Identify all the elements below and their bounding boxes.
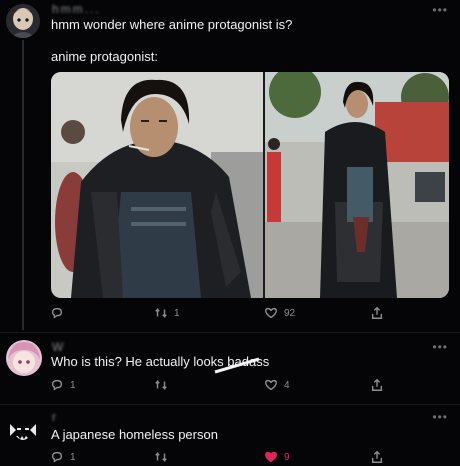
photo-right[interactable] bbox=[265, 72, 449, 298]
like-button[interactable]: 4 bbox=[264, 378, 290, 392]
retweet-button[interactable]: 1 bbox=[154, 306, 180, 320]
photo-left[interactable] bbox=[51, 72, 263, 298]
share-icon bbox=[371, 306, 383, 319]
heart-icon bbox=[265, 307, 277, 319]
author-name[interactable]: W bbox=[52, 340, 65, 354]
like-count: 4 bbox=[284, 379, 290, 391]
avatar[interactable] bbox=[6, 4, 40, 38]
reply-button[interactable]: 1 bbox=[50, 378, 76, 392]
tweet-original[interactable]: hmm... ••• hmm wonder where anime protag… bbox=[0, 0, 460, 330]
avatar[interactable] bbox=[6, 414, 40, 448]
heart-icon bbox=[265, 451, 277, 463]
retweet-count: 1 bbox=[174, 307, 180, 319]
like-button[interactable]: 92 bbox=[264, 306, 295, 320]
reply-button[interactable] bbox=[50, 306, 70, 320]
reply-icon bbox=[51, 307, 63, 319]
reply-icon bbox=[51, 451, 63, 463]
heart-icon bbox=[265, 379, 277, 391]
more-options-icon[interactable]: ••• bbox=[432, 340, 448, 354]
avatar[interactable] bbox=[6, 340, 42, 376]
tweet-actions: 1 9 bbox=[50, 450, 440, 466]
retweet-button[interactable] bbox=[154, 450, 174, 464]
tweet-text: A japanese homeless person bbox=[51, 427, 218, 442]
divider bbox=[0, 332, 460, 333]
share-icon bbox=[371, 378, 383, 391]
share-icon bbox=[371, 450, 383, 463]
more-options-icon[interactable]: ••• bbox=[432, 410, 448, 424]
like-button[interactable]: 9 bbox=[264, 450, 290, 464]
tweet-text-line2: anime protagonist: bbox=[51, 49, 158, 64]
like-count: 92 bbox=[284, 307, 296, 319]
reply-count: 1 bbox=[70, 451, 76, 463]
more-options-icon[interactable]: ••• bbox=[432, 3, 448, 17]
share-button[interactable] bbox=[370, 306, 384, 320]
share-button[interactable] bbox=[370, 378, 384, 392]
divider bbox=[0, 404, 460, 405]
tweet-actions: 1 92 bbox=[50, 306, 440, 322]
tweet-reply-1[interactable]: W ••• Who is this? He actually looks bad… bbox=[0, 336, 460, 402]
retweet-button[interactable] bbox=[154, 378, 174, 392]
tweet-media[interactable] bbox=[51, 72, 449, 298]
retweet-icon bbox=[155, 307, 167, 319]
author-name[interactable]: hmm... bbox=[52, 2, 101, 16]
tweet-text: hmm wonder where anime protagonist is? bbox=[51, 17, 293, 32]
share-button[interactable] bbox=[370, 450, 384, 464]
reply-button[interactable]: 1 bbox=[50, 450, 76, 464]
scribble-mark bbox=[214, 357, 260, 374]
tweet-reply-2[interactable]: r ••• A japanese homeless person 1 9 bbox=[0, 406, 460, 463]
retweet-icon bbox=[155, 451, 167, 463]
author-name[interactable]: r bbox=[52, 410, 58, 424]
retweet-icon bbox=[155, 379, 167, 391]
reply-count: 1 bbox=[70, 379, 76, 391]
reply-icon bbox=[51, 379, 63, 391]
tweet-actions: 1 4 bbox=[50, 378, 440, 394]
like-count: 9 bbox=[284, 451, 290, 463]
